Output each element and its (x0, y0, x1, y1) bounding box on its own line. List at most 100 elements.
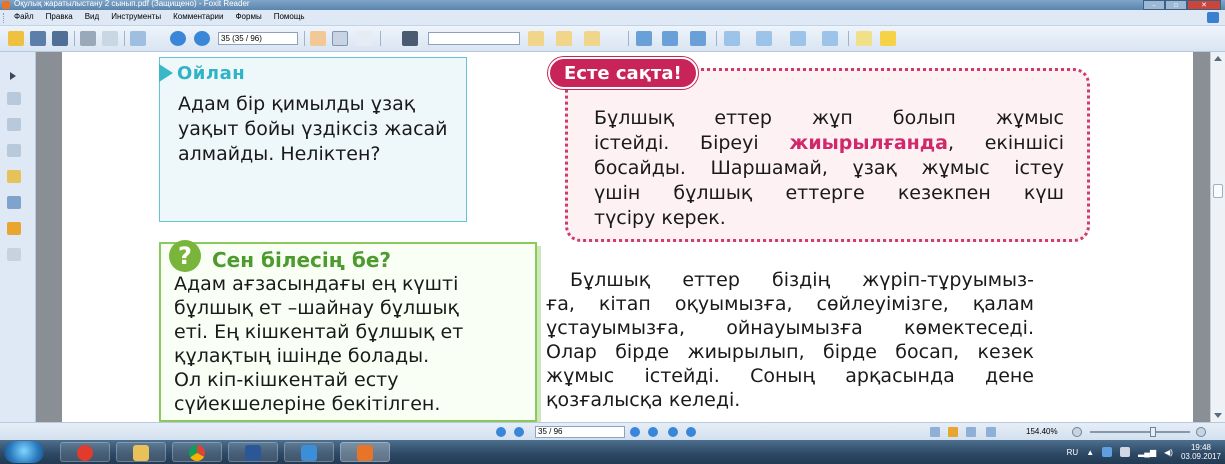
vertical-scrollbar[interactable] (1210, 52, 1225, 422)
menu-help[interactable]: Помощь (274, 12, 305, 21)
pages-thumbnail-icon[interactable] (7, 118, 21, 131)
remember-line: босайды. Шаршамай, ұзақ жұмыс істеу (594, 157, 1064, 179)
comments-icon[interactable] (7, 170, 21, 183)
minimize-button[interactable]: – (1143, 0, 1165, 10)
menu-grip (3, 13, 5, 23)
last-page-icon[interactable] (648, 427, 658, 437)
search-next-icon[interactable] (556, 31, 572, 46)
did-you-know-line: құлақтың ішінде болады. (174, 345, 430, 367)
next-page-icon[interactable] (194, 31, 210, 46)
toolbar-separator (628, 31, 629, 46)
action-center-icon[interactable] (1120, 447, 1131, 457)
toolbar-separator (124, 31, 125, 46)
foxit-app-icon[interactable] (2, 1, 10, 9)
paragraph-line: Олар бірде жиырылып, бірде босап, кезек (546, 341, 1034, 363)
toolbar-separator (304, 31, 305, 46)
start-button[interactable] (4, 441, 44, 463)
menu-edit[interactable]: Правка (46, 12, 73, 21)
paragraph-line: Бұлшық еттер біздің жүріп-тұруымыз- (570, 269, 1034, 291)
menu-forms[interactable]: Формы (235, 12, 261, 21)
search-input[interactable] (428, 32, 520, 45)
remember-line: істейді. Біреуі жиырылғанда, екіншісі (594, 131, 1064, 156)
zoom-slider[interactable] (1090, 431, 1190, 433)
signatures-icon[interactable] (7, 248, 21, 261)
menu-view[interactable]: Вид (85, 12, 99, 21)
toolbar-separator (848, 31, 849, 46)
expand-panel-icon[interactable] (10, 72, 16, 80)
scroll-down-icon[interactable] (1214, 413, 1222, 418)
menu-tools[interactable]: Инструменты (111, 12, 161, 21)
zoom-in-icon[interactable] (1196, 427, 1206, 437)
save-as-icon[interactable] (52, 31, 68, 46)
menu-bar: Файл Правка Вид Инструменты Комментарии … (0, 10, 1225, 26)
taskbar-foxit[interactable] (340, 442, 390, 462)
window-controls: – ▫ ✕ (1143, 0, 1221, 10)
navigation-panel (0, 52, 36, 422)
previous-view-icon[interactable] (668, 427, 678, 437)
fit-page-icon[interactable] (662, 31, 678, 46)
select-arrow-icon[interactable] (356, 31, 372, 46)
continuous-page-icon[interactable] (948, 427, 958, 437)
security-lock-icon[interactable] (7, 222, 21, 235)
taskbar-media-player[interactable] (284, 442, 334, 462)
taskbar-yandex[interactable] (60, 442, 110, 462)
first-page-icon[interactable] (496, 427, 506, 437)
clock[interactable]: 19:48 03.09.2017 (1181, 443, 1221, 461)
scrollbar-thumb[interactable] (1213, 184, 1223, 198)
export-pdf-icon[interactable] (790, 31, 806, 46)
toolbar-separator (716, 31, 717, 46)
toolbar: 35 (35 / 96) (0, 26, 1225, 52)
search-previous-icon[interactable] (528, 31, 544, 46)
next-view-icon[interactable] (686, 427, 696, 437)
select-text-icon[interactable] (332, 31, 348, 46)
email-icon[interactable] (102, 31, 118, 46)
continuous-facing-icon[interactable] (986, 427, 996, 437)
taskbar-explorer[interactable] (116, 442, 166, 462)
print-icon[interactable] (80, 31, 96, 46)
create-pdf-icon[interactable] (756, 31, 772, 46)
menu-file[interactable]: Файл (14, 12, 34, 21)
signal-strength-icon[interactable]: ▂▄▆ (1138, 448, 1156, 457)
page-number-field[interactable]: 35 (35 / 96) (218, 32, 298, 45)
open-folder-icon[interactable] (8, 31, 24, 46)
note-comment-icon[interactable] (880, 31, 896, 46)
remember-line: Бұлшық еттер жұп болып жұмыс (594, 107, 1064, 129)
zoom-slider-knob[interactable] (1150, 427, 1156, 437)
find-binoculars-icon[interactable] (402, 31, 418, 46)
rotate-icon[interactable] (724, 31, 740, 46)
search-options-icon[interactable] (584, 31, 600, 46)
bookmarks-icon[interactable] (7, 92, 21, 105)
typewriter-icon[interactable] (856, 31, 872, 46)
page-setup-icon[interactable] (130, 31, 146, 46)
language-indicator[interactable]: RU (1067, 448, 1079, 457)
zoom-out-icon[interactable] (1072, 427, 1082, 437)
did-you-know-line: Адам ағзасындағы ең күшті (174, 273, 459, 295)
previous-page-icon[interactable] (170, 31, 186, 46)
layers-icon[interactable] (7, 144, 21, 157)
previous-page-icon[interactable] (514, 427, 524, 437)
remember-text: Бұлшық еттер жұп болып жұмыс істейді. Бі… (594, 106, 1064, 231)
help-icon[interactable] (1207, 12, 1219, 23)
single-page-icon[interactable] (930, 427, 940, 437)
taskbar-chrome[interactable] (172, 442, 222, 462)
fit-width-icon[interactable] (690, 31, 706, 46)
volume-icon[interactable]: ◀) (1164, 448, 1173, 457)
network-app-icon[interactable] (1102, 447, 1113, 457)
toolbar-separator (74, 31, 75, 46)
facing-pages-icon[interactable] (966, 427, 976, 437)
next-page-icon[interactable] (630, 427, 640, 437)
close-button[interactable]: ✕ (1187, 0, 1221, 10)
save-icon[interactable] (30, 31, 46, 46)
tray-expand-icon[interactable]: ▲ (1086, 448, 1094, 457)
status-page-field[interactable]: 35 / 96 (535, 426, 625, 438)
hand-tool-icon[interactable] (310, 31, 326, 46)
attach-icon[interactable] (822, 31, 838, 46)
taskbar-word[interactable] (228, 442, 278, 462)
attachments-icon[interactable] (7, 196, 21, 209)
remember-line: үшін бұлшық еттерге кезекпен күш (594, 182, 1064, 204)
menu-comments[interactable]: Комментарии (173, 12, 223, 21)
zoom-level: 154.40% (1026, 427, 1058, 436)
scroll-up-icon[interactable] (1214, 56, 1222, 61)
maximize-button[interactable]: ▫ (1165, 0, 1187, 10)
zoom-in-icon[interactable] (636, 31, 652, 46)
